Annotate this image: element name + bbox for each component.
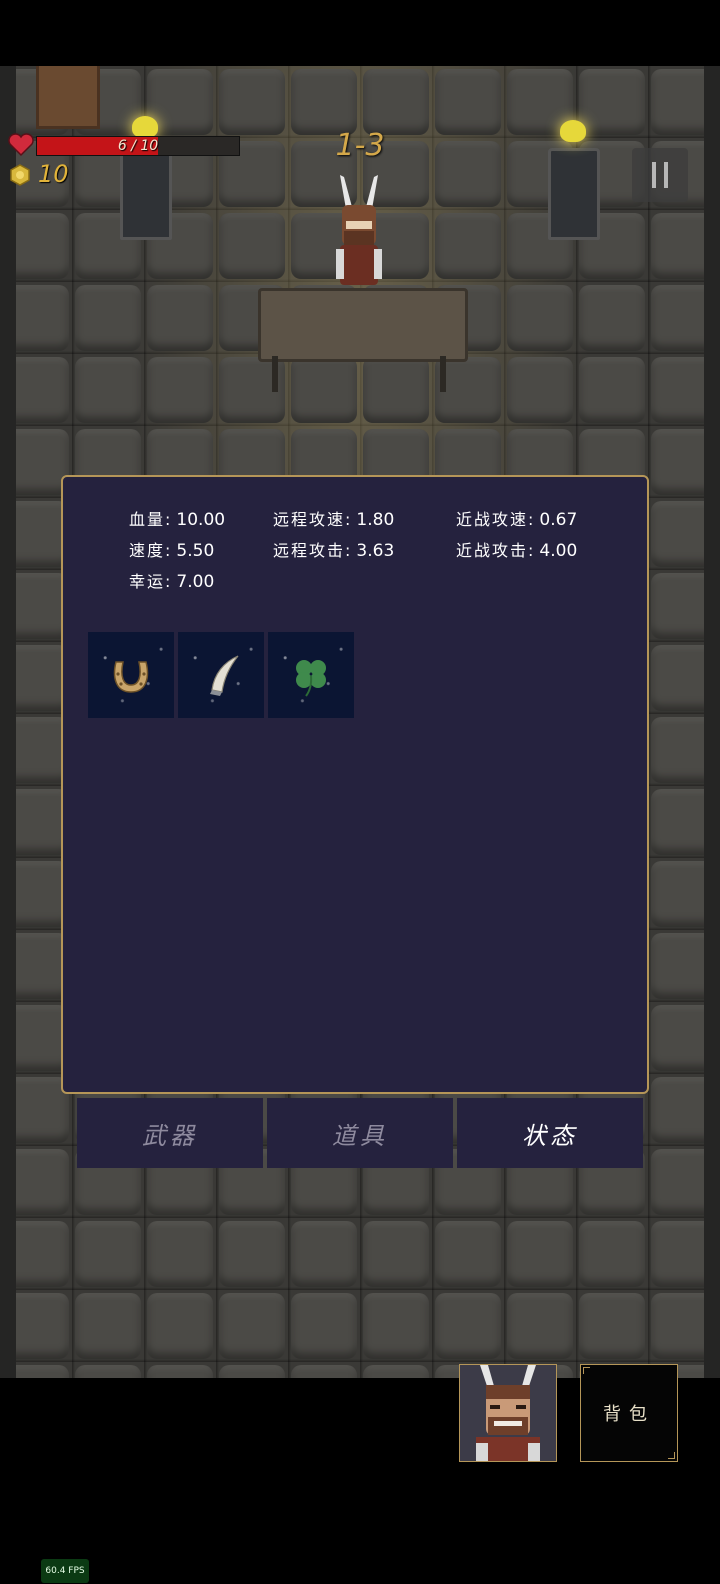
- floor-tile: [507, 1293, 573, 1359]
- floor-tile: [147, 285, 213, 351]
- floor-tile: [507, 1221, 573, 1287]
- stat-value: 10.00: [176, 510, 226, 530]
- item-slot-clover[interactable]: [268, 632, 354, 718]
- stat-value: 7.00: [176, 572, 215, 592]
- floor-tile: [435, 141, 501, 207]
- item-slot-horseshoe[interactable]: [88, 632, 174, 718]
- floor-tile: [291, 1365, 357, 1378]
- floor-tile: [219, 1293, 285, 1359]
- floor-tile: [363, 357, 429, 423]
- torch-flame-left: [132, 116, 158, 138]
- floor-tile: [147, 1293, 213, 1359]
- merchant-character: [336, 175, 382, 285]
- stat-label: 幸运:: [129, 572, 173, 591]
- floor-tile: [579, 1293, 645, 1359]
- floor-tile: [219, 213, 285, 279]
- stat-label: 近战攻速:: [456, 510, 536, 529]
- floor-tile: [579, 1221, 645, 1287]
- floor-tile: [147, 1221, 213, 1287]
- floor-tile: [291, 1221, 357, 1287]
- torch-pillar-left: [120, 148, 172, 240]
- floor-tile: [291, 357, 357, 423]
- floor-tile: [147, 357, 213, 423]
- right-wall: [704, 66, 720, 1378]
- backpack-button[interactable]: 背包: [580, 1364, 678, 1462]
- floor-tile: [75, 285, 141, 351]
- floor-tile: [363, 69, 429, 135]
- heart-icon: [8, 133, 34, 157]
- floor-tile: [435, 213, 501, 279]
- floor-tile: [363, 1221, 429, 1287]
- table-leg: [440, 356, 446, 392]
- gold-count: 10: [38, 160, 69, 188]
- floor-tile: [579, 285, 645, 351]
- stat-label: 远程攻速:: [273, 510, 353, 529]
- status-panel: 血量: 10.00 远程攻速: 1.80 近战攻速: 0.67 速度: 5.50 远程攻…: [61, 475, 649, 1094]
- stat-label: 远程攻击:: [273, 541, 353, 560]
- item-slot-horn[interactable]: [178, 632, 264, 718]
- table-leg: [272, 356, 278, 392]
- stat-melee-attack: 近战攻击: 4.00: [456, 537, 577, 561]
- floor-tile: [291, 69, 357, 135]
- stat-hp: 血量: 10.00: [129, 506, 225, 530]
- tab-weapons[interactable]: 武器: [77, 1098, 263, 1168]
- floor-tile: [147, 1365, 213, 1378]
- stat-label: 速度:: [129, 541, 173, 560]
- floor-tile: [219, 1221, 285, 1287]
- pause-icon-bar: [664, 162, 668, 188]
- stat-value: 4.00: [539, 541, 578, 561]
- floor-tile: [363, 1293, 429, 1359]
- level-indicator: 1-3: [335, 128, 385, 163]
- stat-value: 0.67: [539, 510, 578, 530]
- horseshoe-icon: [113, 661, 149, 693]
- pause-icon: [652, 162, 656, 188]
- wooden-door: [36, 66, 100, 129]
- floor-tile: [507, 357, 573, 423]
- floor-tile: [435, 1293, 501, 1359]
- left-wall: [0, 66, 16, 1378]
- stat-value: 5.50: [176, 541, 215, 561]
- stat-label: 近战攻击:: [456, 541, 536, 560]
- health-bar: 6 / 10: [36, 136, 240, 156]
- tab-status[interactable]: 状态: [457, 1098, 643, 1168]
- stat-ranged-attack: 远程攻击: 3.63: [273, 537, 394, 561]
- torch-flame-right: [560, 120, 586, 142]
- merchant-table: [258, 288, 468, 362]
- torch-pillar-right: [548, 148, 600, 240]
- fps-counter: 60.4 FPS: [41, 1559, 89, 1583]
- horn-icon: [210, 655, 239, 696]
- character-portrait-icon: [476, 1365, 540, 1461]
- floor-tile: [75, 1293, 141, 1359]
- character-portrait-button[interactable]: [459, 1364, 557, 1462]
- floor-tile: [75, 357, 141, 423]
- floor-tile: [579, 357, 645, 423]
- floor-tile: [219, 69, 285, 135]
- pause-button[interactable]: [632, 148, 688, 202]
- floor-tile: [219, 1365, 285, 1378]
- health-text: 6 / 10: [117, 138, 159, 154]
- floor-tile: [435, 1221, 501, 1287]
- stat-speed: 速度: 5.50: [129, 537, 214, 561]
- floor-tile: [291, 1293, 357, 1359]
- stat-luck: 幸运: 7.00: [129, 568, 214, 592]
- stat-ranged-speed: 远程攻速: 1.80: [273, 506, 394, 530]
- floor-tile: [435, 69, 501, 135]
- stat-value: 1.80: [356, 510, 395, 530]
- stat-label: 血量:: [129, 510, 173, 529]
- four-leaf-clover-icon: [296, 660, 326, 697]
- floor-tile: [75, 1221, 141, 1287]
- stat-melee-speed: 近战攻速: 0.67: [456, 506, 577, 530]
- floor-tile: [579, 69, 645, 135]
- floor-tile: [507, 285, 573, 351]
- gold-coin-icon: [10, 164, 30, 186]
- floor-tile: [75, 1365, 141, 1378]
- floor-tile: [363, 1365, 429, 1378]
- tab-items[interactable]: 道具: [267, 1098, 453, 1168]
- stat-value: 3.63: [356, 541, 395, 561]
